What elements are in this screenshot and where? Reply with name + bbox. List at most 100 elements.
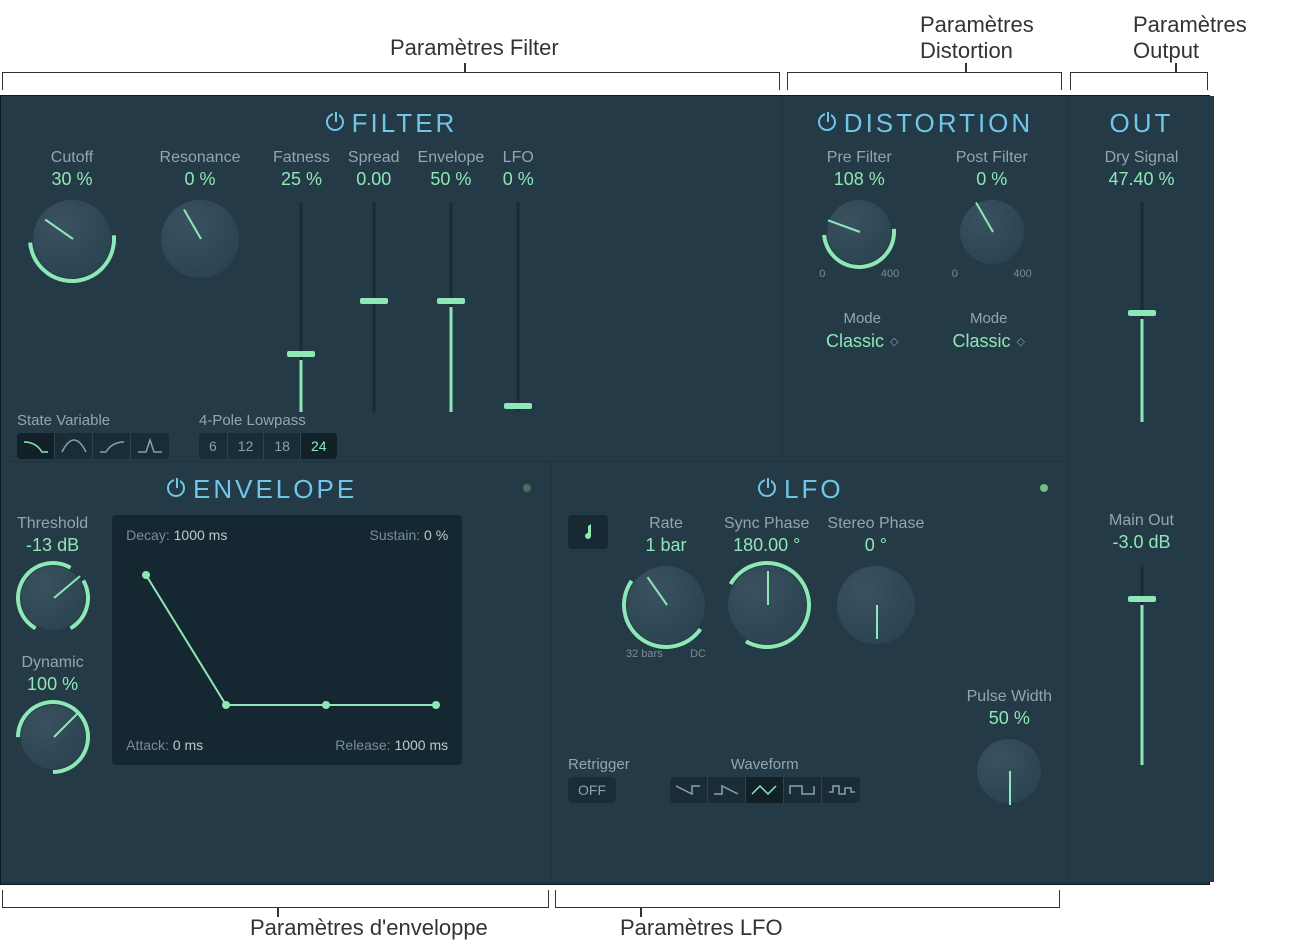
env-amt-value: 50 % [430,169,471,190]
filter-title: FILTER [17,108,766,139]
power-icon[interactable] [818,113,836,131]
postfilter-min: 0 [952,268,958,280]
postfilter-knob[interactable] [960,200,1024,264]
dynamic-knob[interactable] [21,705,85,769]
note-icon [580,522,596,542]
release-value: 1000 ms [394,737,448,753]
retrigger-button[interactable]: OFF [568,777,616,803]
section-filter: FILTER Cutoff 30 % Resonance 0 % F [1,96,782,461]
mode-post-dropdown[interactable]: Classic◇ [953,331,1025,352]
rate-max: DC [690,648,706,660]
pulsewidth-value: 50 % [989,708,1030,729]
lfo-title-text: LFO [784,474,844,504]
power-icon[interactable] [326,113,344,131]
dry-label: Dry Signal [1105,149,1179,167]
wave-triangle-icon[interactable] [746,777,784,803]
fatness-slider[interactable] [285,202,317,412]
annotation-output: Paramètres Output [1133,12,1247,64]
filter-title-text: FILTER [352,108,458,138]
envelope-graph[interactable]: Decay: 1000 ms Sustain: 0 % Attack: 0 ms… [112,515,462,765]
pole-18-button[interactable]: 18 [264,433,301,459]
main-out-slider[interactable] [1126,565,1158,765]
postfilter-label: Post Filter [956,149,1028,167]
state-var-label: State Variable [17,412,169,429]
main-out-value: -3.0 dB [1112,532,1170,553]
adsr-curve-icon [126,555,446,725]
distortion-title: DISTORTION [799,108,1052,139]
cutoff-knob[interactable] [33,200,111,278]
mode-post-value: Classic [953,331,1011,352]
wave-random-icon[interactable] [822,777,860,803]
lfo-led [1040,484,1048,492]
attack-value: 0 ms [173,737,203,753]
fatness-value: 25 % [281,169,322,190]
attack-label: Attack: [126,737,169,753]
main-out-label: Main Out [1109,512,1174,530]
lfo-amt-slider[interactable] [502,202,534,412]
filter-highpass-icon[interactable] [93,433,131,459]
decay-value: 1000 ms [174,527,228,543]
dry-slider[interactable] [1126,202,1158,422]
env-amt-label: Envelope [418,149,485,167]
syncphase-knob[interactable] [728,566,806,644]
section-out: OUT Dry Signal 47.40 % Main Out -3.0 dB [1069,96,1214,882]
cutoff-value: 30 % [51,169,92,190]
resonance-label: Resonance [160,149,241,167]
annotation-lfo: Paramètres LFO [620,915,783,941]
lfo-amt-value: 0 % [503,169,534,190]
pulsewidth-label: Pulse Width [967,688,1052,706]
spread-value: 0.00 [356,169,391,190]
filter-bandpass-icon[interactable] [55,433,93,459]
mode-pre-value: Classic [826,331,884,352]
power-icon[interactable] [167,479,185,497]
power-icon[interactable] [758,479,776,497]
bracket-output [1070,72,1208,90]
pole-12-button[interactable]: 12 [228,433,265,459]
postfilter-max: 400 [1013,268,1031,280]
distortion-title-text: DISTORTION [844,108,1033,138]
threshold-label: Threshold [17,515,88,533]
pole-6-button[interactable]: 6 [199,433,228,459]
stereophase-value: 0 ° [865,535,887,556]
spread-label: Spread [348,149,400,167]
sync-note-button[interactable] [568,515,608,549]
wave-sawdown-icon[interactable] [670,777,708,803]
resonance-knob[interactable] [161,200,239,278]
dry-value: 47.40 % [1108,169,1174,190]
prefilter-knob[interactable] [827,200,891,264]
rate-min: 32 bars [626,648,663,660]
pole-label: 4-Pole Lowpass [199,412,337,429]
threshold-value: -13 dB [26,535,79,556]
section-lfo: LFO Rate 1 bar 32 barsDC Sync Phase 180.… [552,462,1068,882]
rate-label: Rate [649,515,683,533]
dynamic-value: 100 % [27,674,78,695]
pole-buttons: 6121824 [199,433,337,459]
mode-post-label: Mode [953,310,1025,327]
rate-knob[interactable] [627,566,705,644]
threshold-knob[interactable] [21,566,85,630]
syncphase-value: 180.00 ° [733,535,800,556]
fatness-label: Fatness [273,149,330,167]
dynamic-label: Dynamic [21,654,83,672]
postfilter-value: 0 % [976,169,1007,190]
envelope-title-text: ENVELOPE [193,474,357,504]
mode-pre-dropdown[interactable]: Classic◇ [826,331,898,352]
out-title-text: OUT [1110,108,1174,138]
wave-sawup-icon[interactable] [708,777,746,803]
waveform-label: Waveform [670,756,860,773]
filter-peak-icon[interactable] [131,433,169,459]
wave-square-icon[interactable] [784,777,822,803]
pole-24-button[interactable]: 24 [301,433,337,459]
filter-lowpass-icon[interactable] [17,433,55,459]
spread-slider[interactable] [358,202,390,412]
prefilter-value: 108 % [834,169,885,190]
rate-value: 1 bar [645,535,686,556]
cutoff-label: Cutoff [51,149,93,167]
stereophase-knob[interactable] [837,566,915,644]
annotation-distortion: Paramètres Distortion [920,12,1034,64]
pulsewidth-knob[interactable] [977,739,1041,803]
env-amt-slider[interactable] [435,202,467,412]
prefilter-label: Pre Filter [827,149,892,167]
lfo-amt-label: LFO [503,149,534,167]
retrigger-label: Retrigger [568,756,630,773]
